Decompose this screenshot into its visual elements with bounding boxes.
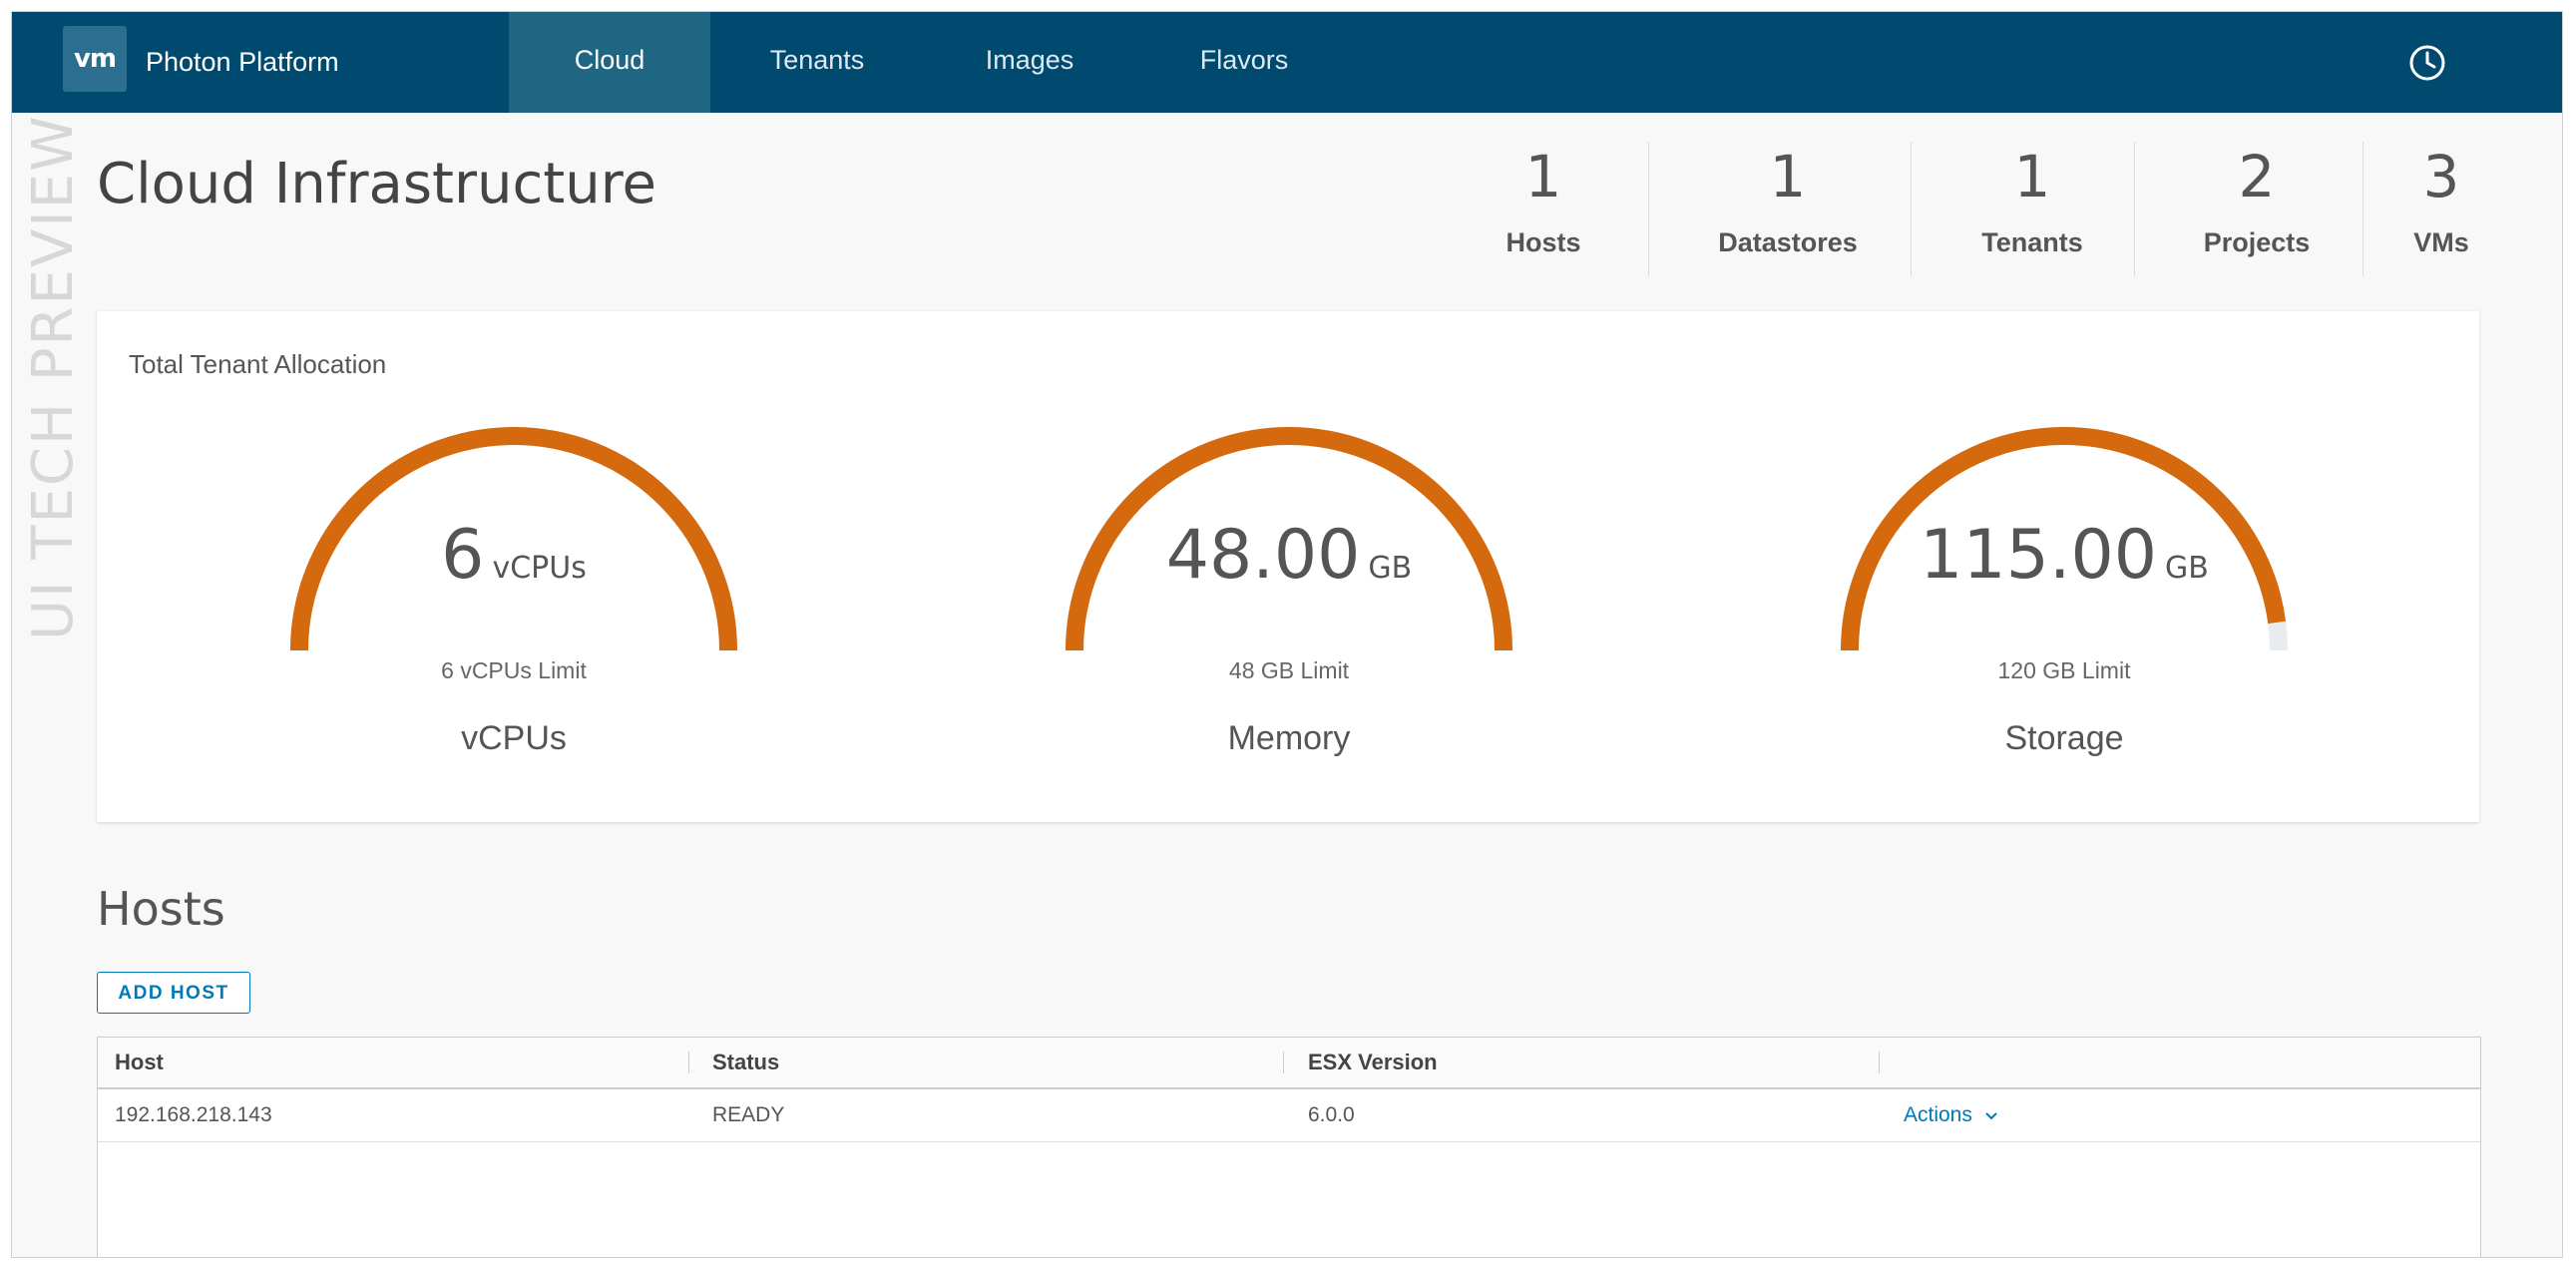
gauge-memory: 48.00GB 48 GB Limit Memory xyxy=(1050,406,1528,785)
app-window: vm Photon Platform Cloud Tenants Images … xyxy=(12,12,2562,1257)
tab-flavors[interactable]: Flavors xyxy=(1154,12,1334,113)
tab-images[interactable]: Images xyxy=(940,12,1119,113)
column-header-host[interactable]: Host xyxy=(115,1038,164,1087)
gauge-storage: 115.00GB 120 GB Limit Storage xyxy=(1825,406,2304,785)
hosts-table: Host Status ESX Version 192.168.218.143 … xyxy=(97,1037,2481,1257)
top-nav-bar: vm Photon Platform Cloud Tenants Images … xyxy=(12,12,2562,113)
cell-esx-version: 6.0.0 xyxy=(1308,1089,1355,1141)
hosts-section-title: Hosts xyxy=(97,882,225,936)
cell-host: 192.168.218.143 xyxy=(115,1089,272,1141)
stat-label: Hosts xyxy=(1469,227,1618,258)
gauge-limit: 6 vCPUs Limit xyxy=(274,657,753,684)
cell-status: READY xyxy=(712,1089,784,1141)
column-divider[interactable] xyxy=(1879,1052,1880,1073)
divider xyxy=(1648,142,1649,276)
table-header: Host Status ESX Version xyxy=(98,1038,2480,1089)
stat-label: Datastores xyxy=(1668,227,1908,258)
gauge-unit: GB xyxy=(2165,551,2209,586)
table-row: 192.168.218.143 READY 6.0.0 Actions xyxy=(98,1089,2480,1142)
tech-preview-watermark: UI TECH PREVIEW xyxy=(24,122,84,640)
stat-label: VMs xyxy=(2381,227,2501,258)
clock-icon[interactable] xyxy=(2406,42,2448,84)
column-divider[interactable] xyxy=(688,1052,689,1073)
gauge-value: 6 xyxy=(441,516,484,595)
stat-value: 3 xyxy=(2381,142,2501,211)
gauge-name: Memory xyxy=(1050,719,1528,758)
stat-vms[interactable]: 3 VMs xyxy=(2381,142,2501,281)
stat-value: 2 xyxy=(2157,142,2357,211)
gauge-vcpus: 6vCPUs 6 vCPUs Limit vCPUs xyxy=(274,406,753,785)
page-title: Cloud Infrastructure xyxy=(97,152,656,216)
stat-projects[interactable]: 2 Projects xyxy=(2157,142,2357,281)
chevron-down-icon[interactable] xyxy=(1984,1089,1998,1141)
stat-label: Tenants xyxy=(1932,227,2132,258)
stat-label: Projects xyxy=(2157,227,2357,258)
divider xyxy=(1911,142,1912,276)
column-divider[interactable] xyxy=(1283,1052,1284,1073)
stat-value: 1 xyxy=(1932,142,2132,211)
gauge-unit: GB xyxy=(1368,551,1412,586)
gauge-limit: 120 GB Limit xyxy=(1825,657,2304,684)
gauge-value: 48.00 xyxy=(1166,516,1361,595)
add-host-button[interactable]: ADD HOST xyxy=(97,972,250,1014)
stat-tenants[interactable]: 1 Tenants xyxy=(1932,142,2132,281)
card-title: Total Tenant Allocation xyxy=(129,349,386,380)
allocation-card: Total Tenant Allocation 6vCPUs 6 vCPUs L… xyxy=(97,311,2479,822)
gauge-value: 115.00 xyxy=(1920,516,2157,595)
column-header-esx-version[interactable]: ESX Version xyxy=(1308,1038,1438,1087)
vmware-logo[interactable]: vm xyxy=(63,26,127,92)
stat-hosts[interactable]: 1 Hosts xyxy=(1469,142,1618,281)
divider xyxy=(2134,142,2135,276)
gauge-value-row: 48.00GB xyxy=(1050,516,1528,595)
stat-datastores[interactable]: 1 Datastores xyxy=(1668,142,1908,281)
divider xyxy=(2362,142,2363,276)
gauge-value-row: 115.00GB xyxy=(1825,516,2304,595)
brand-title[interactable]: Photon Platform xyxy=(146,12,339,113)
column-header-status[interactable]: Status xyxy=(712,1038,779,1087)
gauge-limit: 48 GB Limit xyxy=(1050,657,1528,684)
stat-value: 1 xyxy=(1668,142,1908,211)
gauge-value-row: 6vCPUs xyxy=(274,516,753,595)
tab-tenants[interactable]: Tenants xyxy=(722,12,912,113)
gauge-name: Storage xyxy=(1825,719,2304,758)
stat-value: 1 xyxy=(1469,142,1618,211)
actions-dropdown[interactable]: Actions xyxy=(1904,1089,1998,1141)
tab-cloud[interactable]: Cloud xyxy=(509,12,710,113)
actions-label[interactable]: Actions xyxy=(1904,1103,1972,1126)
gauge-unit: vCPUs xyxy=(492,551,586,586)
gauge-name: vCPUs xyxy=(274,719,753,758)
